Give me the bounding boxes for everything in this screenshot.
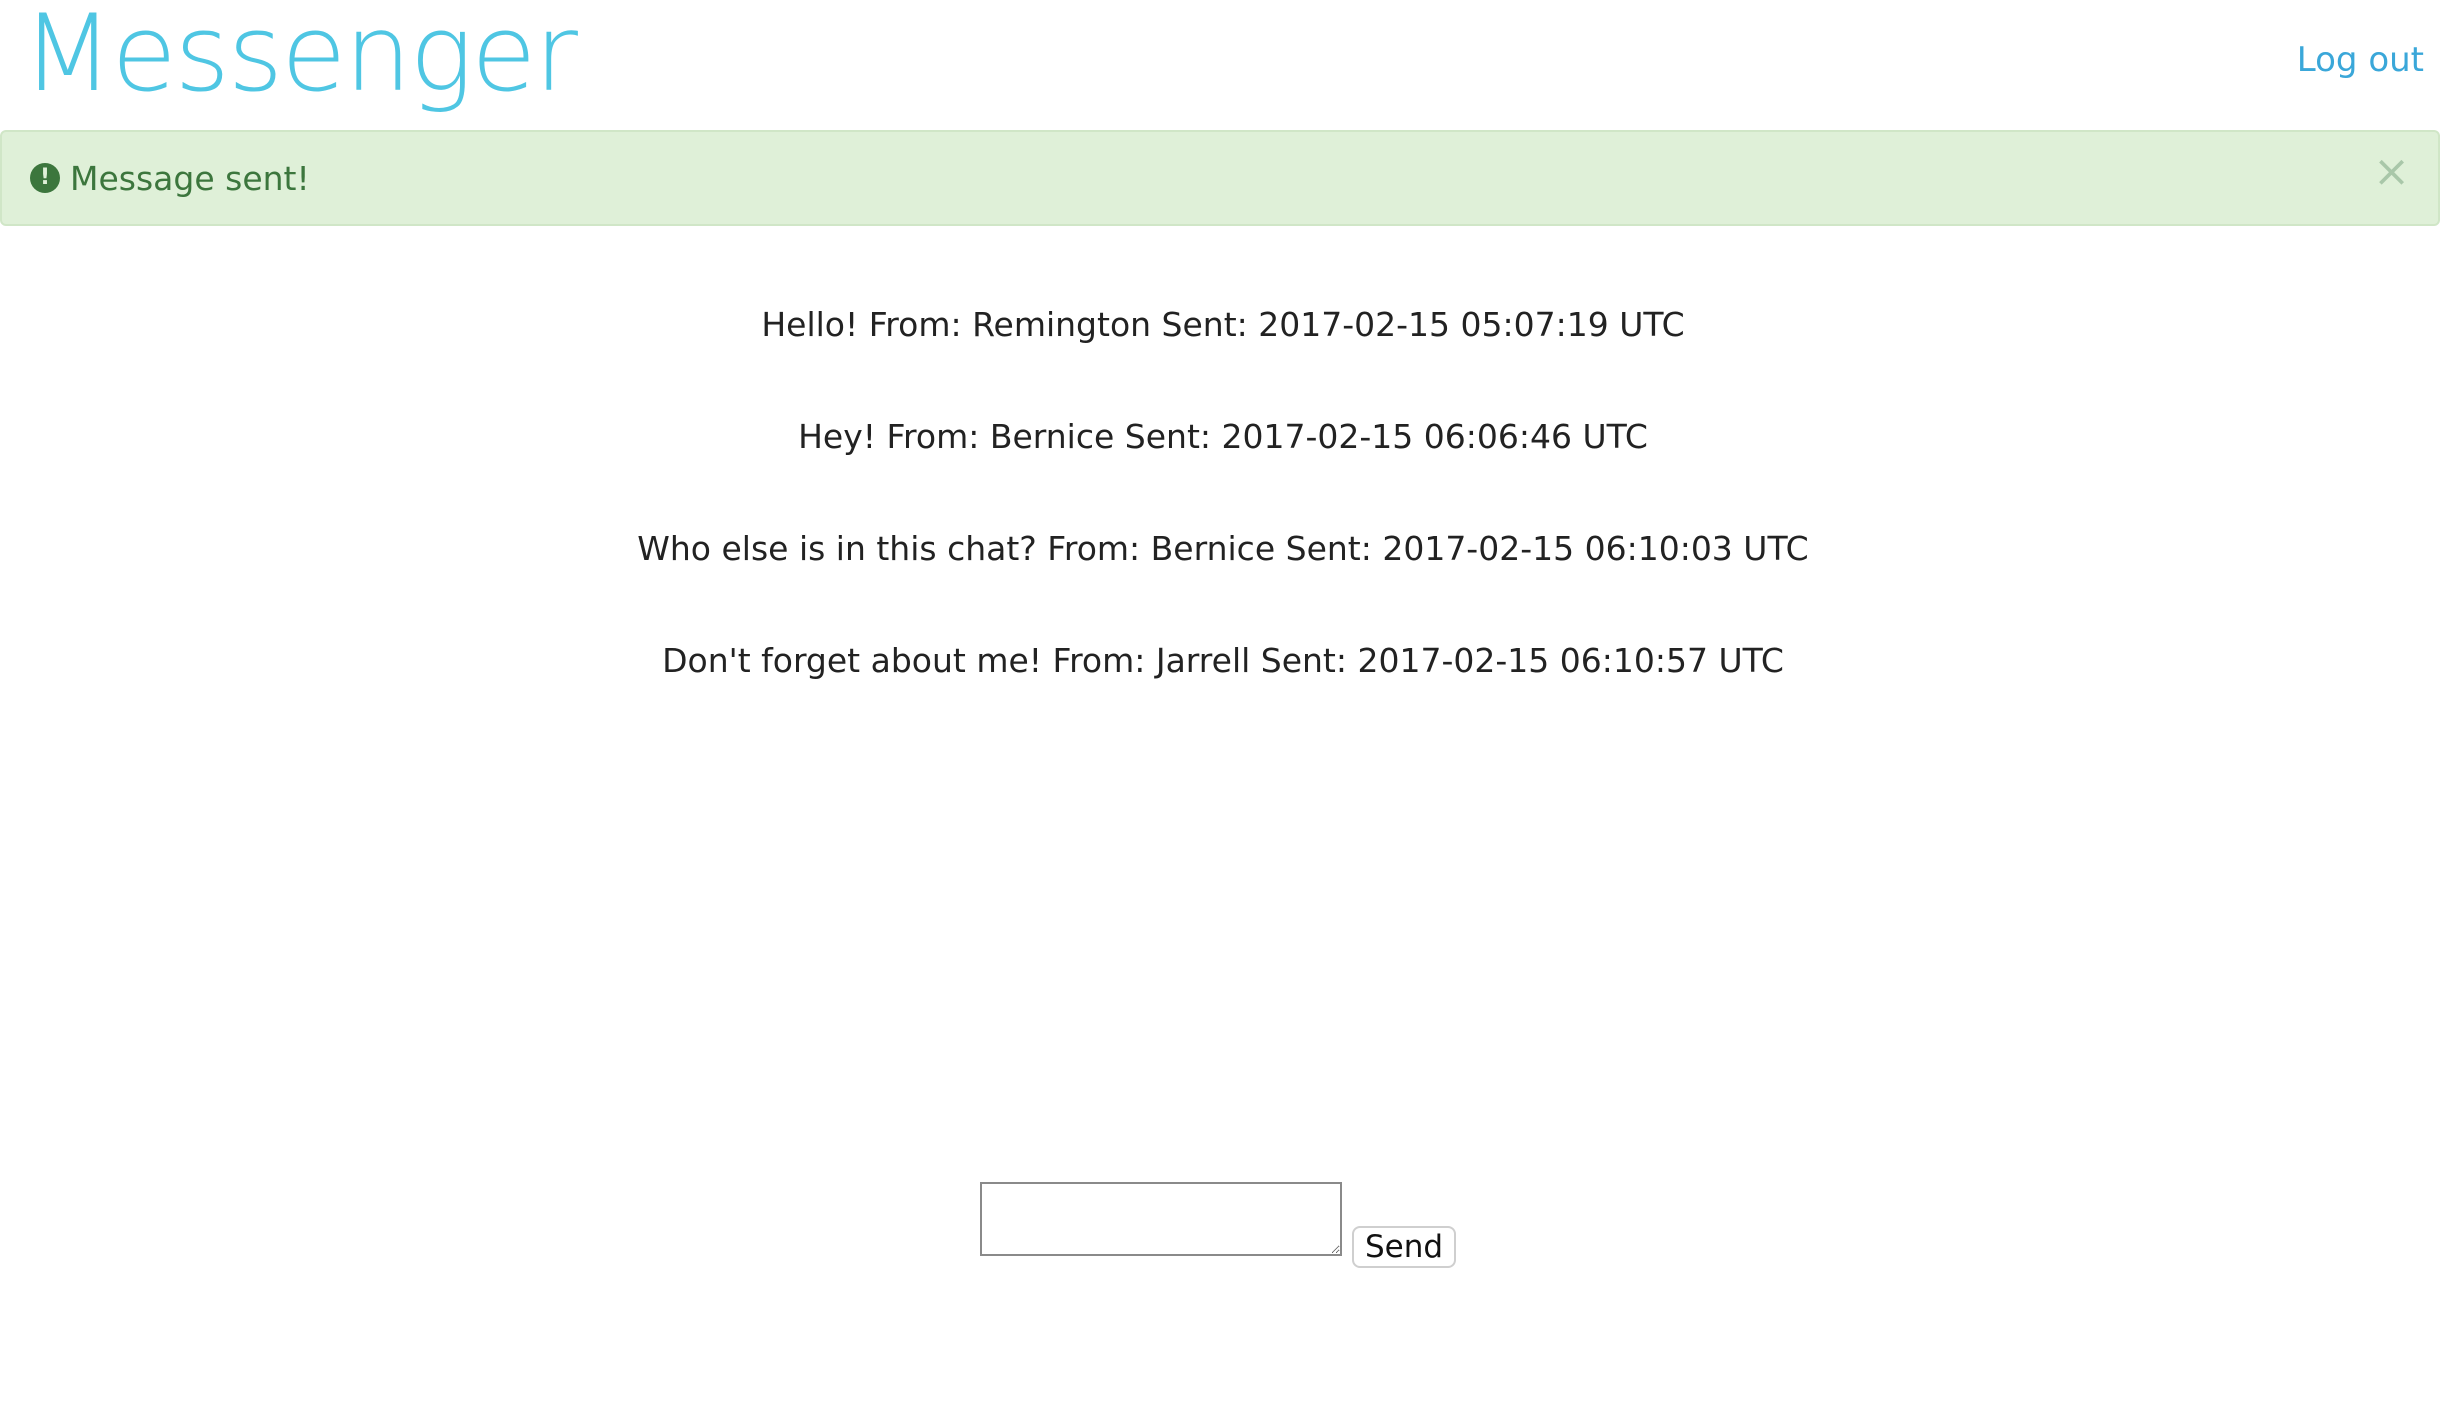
- success-alert: ! Message sent! ×: [0, 130, 2440, 226]
- close-icon[interactable]: ×: [2373, 150, 2410, 194]
- exclamation-circle-icon: !: [30, 163, 60, 193]
- message-item: Don't forget about me! From: Jarrell Sen…: [662, 641, 1784, 680]
- messenger-page: Messenger Log out ! Message sent! × Hell…: [0, 0, 2446, 1424]
- message-item: Who else is in this chat? From: Bernice …: [637, 529, 1809, 568]
- send-button[interactable]: Send: [1352, 1226, 1456, 1268]
- logo[interactable]: Messenger: [22, 0, 578, 117]
- message-input[interactable]: [980, 1182, 1342, 1256]
- header: Messenger Log out: [0, 0, 2446, 130]
- logout-link[interactable]: Log out: [2297, 40, 2424, 80]
- message-list: Hello! From: Remington Sent: 2017-02-15 …: [0, 300, 2446, 748]
- alert-message: Message sent!: [70, 159, 310, 198]
- compose-form: Send: [980, 1182, 1480, 1272]
- message-item: Hey! From: Bernice Sent: 2017-02-15 06:0…: [798, 417, 1648, 456]
- message-item: Hello! From: Remington Sent: 2017-02-15 …: [761, 305, 1685, 344]
